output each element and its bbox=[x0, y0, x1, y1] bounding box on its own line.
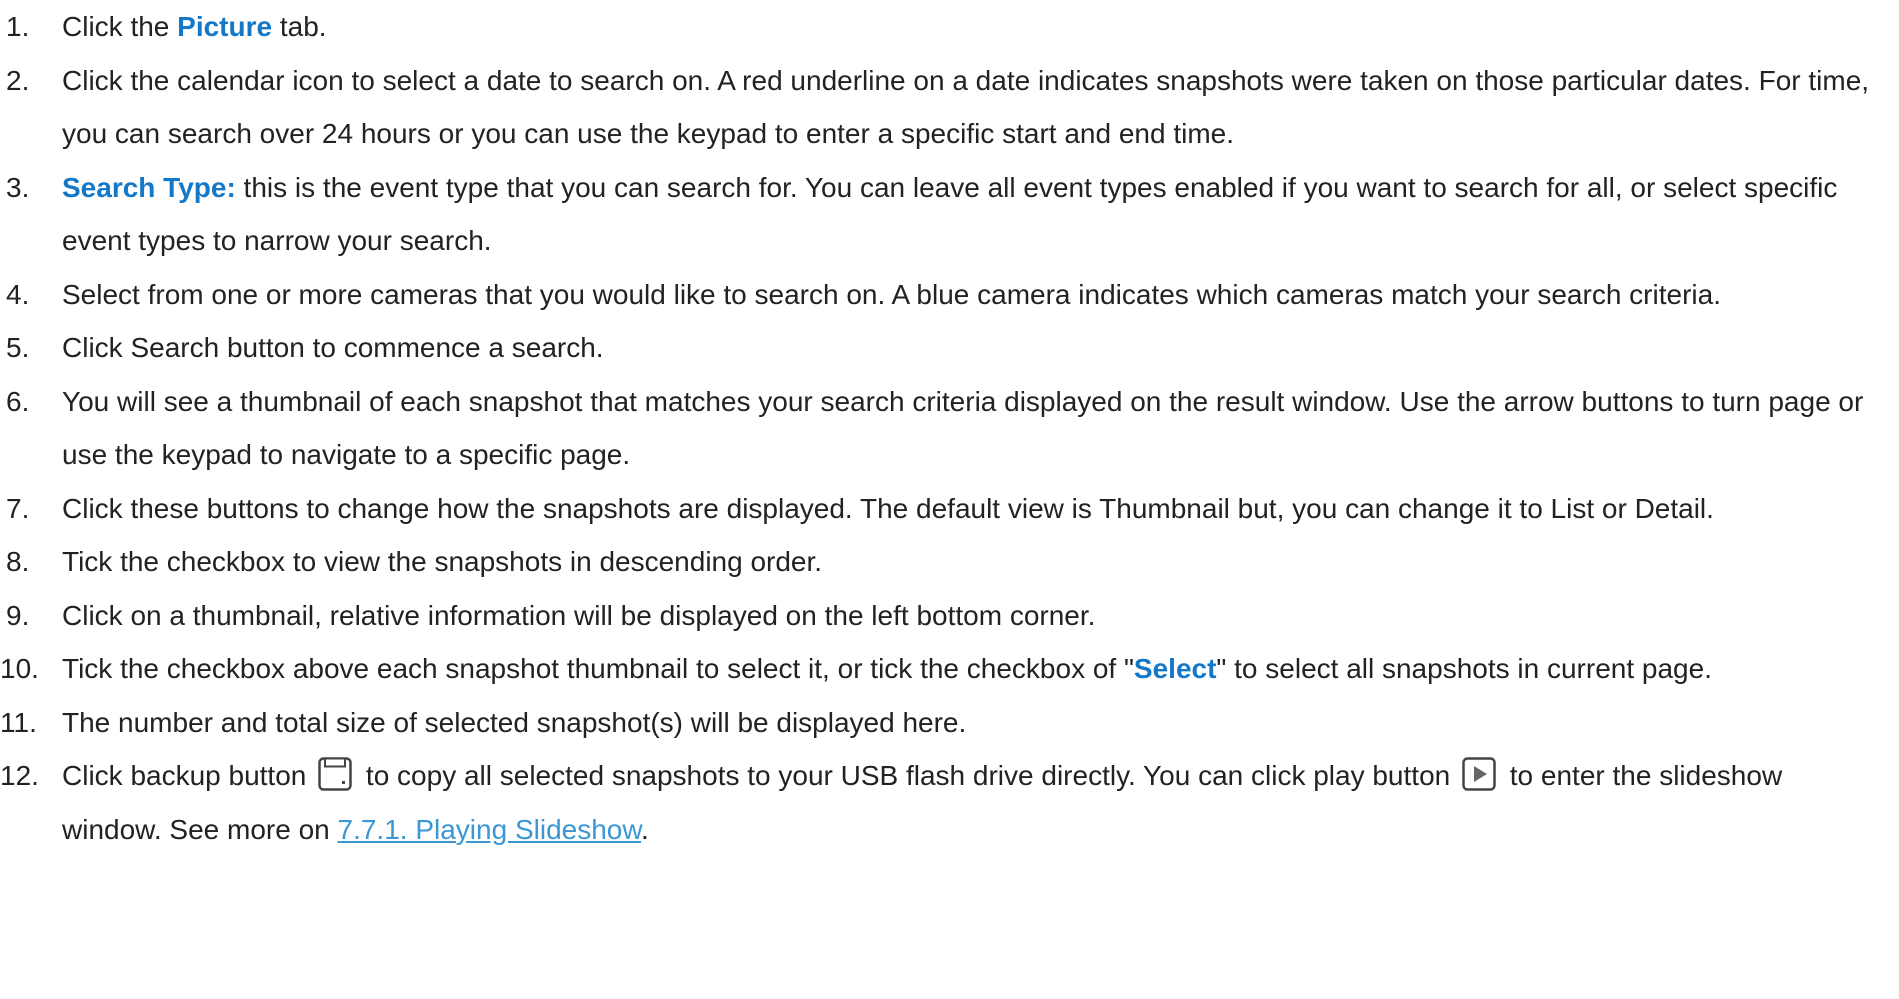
list-item: 6. You will see a thumbnail of each snaps… bbox=[0, 375, 1899, 482]
step-number: 8. bbox=[6, 546, 30, 577]
step-number: 2. bbox=[6, 64, 30, 96]
step-number: 9. bbox=[6, 599, 30, 631]
list-item: 2. Click the calendar icon to select a da… bbox=[0, 54, 1899, 161]
step-text: Tick the checkbox to view the snapshots … bbox=[62, 546, 823, 577]
step-text: Select from one or more cameras that you… bbox=[62, 278, 1721, 310]
search-type-label: Search Type: bbox=[62, 171, 236, 203]
list-item: 10. Tick the checkbox above each snapshot… bbox=[0, 642, 1899, 696]
step-number: 11. bbox=[0, 706, 37, 738]
play-icon bbox=[1462, 757, 1496, 791]
list-item: 4. Select from one or more cameras that y… bbox=[0, 268, 1899, 322]
step-number: 10. bbox=[0, 653, 39, 684]
step-text: " to select all snapshots in current pag… bbox=[1216, 653, 1712, 684]
step-text: Click on a thumbnail, relative informati… bbox=[62, 599, 1096, 631]
step-text: Click the bbox=[62, 11, 178, 42]
step-text: The number and total size of selected sn… bbox=[62, 706, 967, 738]
step-text: Click these buttons to change how the sn… bbox=[62, 492, 1714, 524]
step-number: 6. bbox=[6, 385, 30, 417]
list-item: 1. Click the Picture tab. bbox=[0, 0, 1899, 54]
step-text: tab. bbox=[272, 11, 327, 42]
step-text: Click Search button to commence a search… bbox=[62, 332, 604, 363]
step-text: You will see a thumbnail of each snapsho… bbox=[62, 385, 1864, 471]
step-text: to copy all selected snapshots to your U… bbox=[358, 760, 1458, 791]
list-item: 11. The number and total size of selected… bbox=[0, 696, 1899, 750]
document-page: 1. Click the Picture tab. 2. Click the cal… bbox=[0, 0, 1899, 999]
step-number: 12. bbox=[0, 760, 39, 791]
step-text: Click the calendar icon to select a date… bbox=[62, 64, 1870, 150]
list-item: 8. Tick the checkbox to view the snapshot… bbox=[0, 535, 1899, 589]
step-text: Tick the checkbox above each snapshot th… bbox=[62, 653, 1134, 684]
list-item: 12. Click backup button to copy all selec… bbox=[0, 749, 1899, 856]
list-item: 3. Search Type: this is the event type th… bbox=[0, 161, 1899, 268]
step-number: 4. bbox=[6, 278, 30, 310]
list-item: 9. Click on a thumbnail, relative informa… bbox=[0, 589, 1899, 643]
list-item: 7. Click these buttons to change how the … bbox=[0, 482, 1899, 536]
select-label: Select bbox=[1133, 653, 1217, 684]
step-number: 5. bbox=[6, 332, 30, 363]
picture-tab-label: Picture bbox=[177, 11, 273, 42]
playing-slideshow-link[interactable]: 7.7.1. Playing Slideshow bbox=[338, 814, 642, 845]
step-text: this is the event type that you can sear… bbox=[62, 171, 1838, 257]
step-number: 7. bbox=[6, 492, 30, 524]
step-number: 3. bbox=[6, 171, 30, 203]
step-text: . bbox=[641, 813, 649, 845]
step-text: Click backup button bbox=[62, 760, 315, 791]
step-number: 1. bbox=[6, 11, 30, 42]
floppy-disk-icon bbox=[318, 757, 352, 791]
list-item: 5. Click Search button to commence a sear… bbox=[0, 321, 1899, 375]
instruction-list: 1. Click the Picture tab. 2. Click the cal… bbox=[0, 0, 1899, 856]
